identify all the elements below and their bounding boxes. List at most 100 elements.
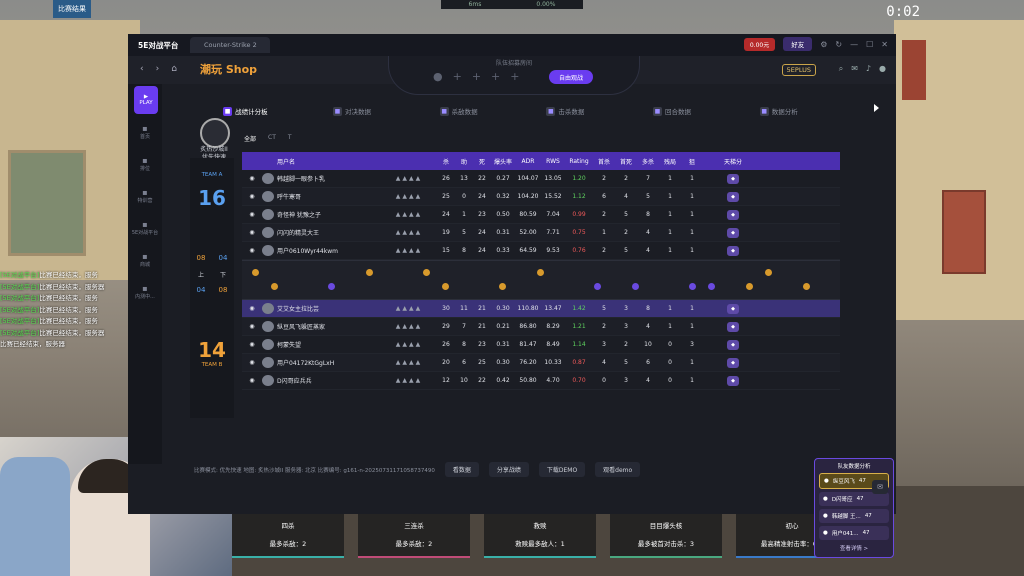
- popup-value: 47: [864, 513, 872, 519]
- back-icon[interactable]: ‹: [140, 64, 144, 74]
- coin-balance[interactable]: 0.00元: [743, 37, 776, 51]
- table-row[interactable]: ◉ 纵豆风飞躲匠蒸家 ▲▲▲▲ 29 7 21 0.21 86.80 8.29 1.21 2 3 4 1 1…: [242, 318, 840, 336]
- player-name[interactable]: D闪哥应兵兵: [277, 376, 381, 385]
- search-icon[interactable]: ⌕: [839, 64, 843, 74]
- action-icons[interactable]: ▲▲▲▲: [381, 323, 437, 330]
- chat-line: [5E对战平台]比赛已经结束，服务: [0, 270, 132, 282]
- netgraph: 6ms 0.00%: [441, 0, 583, 9]
- action-icons[interactable]: ▲▲▲▲: [381, 229, 437, 236]
- ladder-badge: ◆: [703, 245, 763, 256]
- table-row[interactable]: ◉ 闪闪的精灵大王 ▲▲▲▲ 19 5 24 0.31 52.00 7.71 0.75 1 2 4 1 1 ◆: [242, 224, 840, 242]
- tab[interactable]: ■ 对决数据: [299, 100, 406, 122]
- share-button[interactable]: 分享战绩: [488, 462, 529, 477]
- player-name[interactable]: 奇怪神 犹豫之子: [277, 210, 381, 219]
- kill-card-title: 三连杀: [404, 522, 424, 530]
- sidebar-item[interactable]: ▪ 商城: [128, 252, 162, 268]
- sidebar-item[interactable]: ▪ 首页: [128, 124, 162, 140]
- play-button[interactable]: ▶ PLAY: [134, 86, 158, 114]
- forward-icon[interactable]: ›: [156, 64, 160, 74]
- watch-demo-button[interactable]: 观看demo: [595, 462, 641, 477]
- action-icons[interactable]: ▲▲▲▲: [381, 211, 437, 218]
- view-data-button[interactable]: 看数据: [444, 462, 479, 477]
- tab[interactable]: ■ 杀敌数据: [405, 100, 512, 122]
- team-a-score: 16: [198, 186, 226, 210]
- side-filter-tab[interactable]: 全部: [244, 134, 256, 143]
- adr: 110.80: [517, 305, 539, 312]
- add-slot-icon[interactable]: +: [510, 70, 519, 83]
- snipe-kills: 1: [690, 359, 694, 366]
- side-filter-tab[interactable]: T: [288, 134, 292, 143]
- mail-icon[interactable]: ✉: [851, 64, 858, 74]
- table-row[interactable]: ◉ 韩越脚一眼参卜乳 ▲▲▲▲ 26 13 22 0.27 104.07 13.05 1.20 2 2…: [242, 170, 840, 188]
- game-tab[interactable]: Counter-Strike 2: [190, 37, 271, 53]
- player-name[interactable]: 用户0610Wyr44kwm: [277, 246, 381, 255]
- table-row[interactable]: ◉ 用户04172KtGgLxH ▲▲▲▲ 20 6 25 0.30 76.20 10.33 0.…: [242, 354, 840, 372]
- first-kills: 5: [602, 305, 606, 312]
- action-icons[interactable]: ▲▲▲▲: [381, 193, 437, 200]
- popup-name: D闪哥应: [831, 497, 853, 503]
- action-icons[interactable]: ▲▲▲▲: [381, 377, 437, 384]
- sidebar-item[interactable]: ▪ 特训营: [128, 188, 162, 204]
- add-slot-icon[interactable]: +: [453, 70, 462, 83]
- player-name[interactable]: 纵豆风飞躲匠蒸家: [277, 322, 381, 331]
- deaths: 22: [478, 175, 486, 182]
- chat-line: 比赛已经结束，服务器: [0, 339, 132, 351]
- settings-icon[interactable]: ⚙: [820, 40, 827, 49]
- side-filter-tab[interactable]: CT: [268, 134, 276, 143]
- download-demo-button[interactable]: 下载DEMO: [538, 462, 586, 477]
- kill-card-title: 救赎: [533, 522, 547, 530]
- player-name[interactable]: 艾艾女主拉比芸: [277, 304, 381, 313]
- first-deaths: 2: [624, 229, 628, 236]
- table-row[interactable]: ◉ 奇怪神 犹豫之子 ▲▲▲▲ 24 1 23 0.50 80.59 7.04 0.99 2 5 8 1 1…: [242, 206, 840, 224]
- rws: 10.33: [544, 359, 562, 366]
- player-name[interactable]: 柯蒙失望: [277, 340, 381, 349]
- player-name[interactable]: 呼牛寒哥: [277, 192, 381, 201]
- action-icons[interactable]: ▲▲▲▲: [381, 359, 437, 366]
- spectate-button[interactable]: 自由观战: [549, 70, 593, 84]
- chat-icon[interactable]: ✉: [872, 480, 888, 494]
- popup-row[interactable]: ● 韩越脚 王... 47: [819, 509, 889, 523]
- close-icon[interactable]: ✕: [881, 40, 888, 49]
- chat-message: 比赛已经结束，服务器: [39, 282, 105, 291]
- refresh-icon[interactable]: ↻: [835, 40, 842, 49]
- sidebar-item[interactable]: ▪ 5E对战平台: [128, 220, 162, 236]
- chat-line: [5E对战平台]比赛已经结束，服务: [0, 316, 132, 328]
- action-icons[interactable]: ▲▲▲▲: [381, 247, 437, 254]
- column-header: 狙: [688, 158, 695, 166]
- action-icons[interactable]: ▲▲▲▲: [381, 175, 437, 182]
- add-slot-icon[interactable]: +: [472, 70, 481, 83]
- add-slot-icon[interactable]: +: [491, 70, 500, 83]
- popup-more[interactable]: 查看详情 >: [815, 544, 893, 552]
- sidebar-item[interactable]: ▪ 内测中...: [128, 284, 162, 300]
- popup-title[interactable]: 队友数据分析: [815, 459, 893, 470]
- kill-card-sub: 最多被首对击杀：3: [637, 540, 695, 548]
- ladder-icon: ◆: [727, 191, 739, 202]
- player-name[interactable]: 用户04172KtGgLxH: [277, 358, 381, 367]
- table-row[interactable]: ◉ 柯蒙失望 ▲▲▲▲ 26 8 23 0.31 81.47 8.49 1.14 3 2 10 0 3 ◆: [242, 336, 840, 354]
- tab[interactable]: ■ 击杀数据: [512, 100, 619, 122]
- bell-icon[interactable]: ♪: [866, 64, 871, 74]
- home-icon[interactable]: ⌂: [171, 64, 177, 74]
- player-name[interactable]: 闪闪的精灵大王: [277, 228, 381, 237]
- tab[interactable]: ■ 回合数据: [619, 100, 726, 122]
- minimize-icon[interactable]: —: [850, 40, 858, 49]
- table-row[interactable]: ◉ 艾艾女主拉比芸 ▲▲▲▲ 30 11 21 0.30 110.80 13.47 1.42 5 3 8…: [242, 300, 840, 318]
- shop-banner[interactable]: 潮玩 Shop: [200, 61, 257, 77]
- 5eplus-badge[interactable]: 5EPLUS: [781, 64, 816, 76]
- user-avatar[interactable]: ●: [879, 64, 886, 74]
- table-row[interactable]: ◉ 用户0610Wyr44kwm ▲▲▲▲ 15 8 24 0.33 64.59 9.53 0.7…: [242, 242, 840, 260]
- maximize-icon[interactable]: ☐: [866, 40, 873, 49]
- sidebar-label: 内测中...: [135, 294, 155, 300]
- rws: 15.52: [544, 193, 562, 200]
- action-icons[interactable]: ▲▲▲▲: [381, 305, 437, 312]
- friends-button[interactable]: 好友: [783, 37, 813, 51]
- tab[interactable]: ■ 数据分析: [725, 100, 832, 122]
- avatar[interactable]: ●: [433, 70, 443, 83]
- player-name[interactable]: 韩越脚一眼参卜乳: [277, 174, 381, 183]
- popup-row[interactable]: ● 用户041... 47: [819, 526, 889, 540]
- sidebar-item[interactable]: ▪ 排位: [128, 156, 162, 172]
- table-row[interactable]: ◉ D闪哥应兵兵 ▲▲▲▲ 12 10 22 0.42 50.80 4.70 0.70 0 3 4 0 1 ◆: [242, 372, 840, 390]
- popup-row[interactable]: ● D闪哥应 47: [819, 492, 889, 506]
- table-row[interactable]: ◉ 呼牛寒哥 ▲▲▲▲ 25 0 24 0.32 104.20 15.52 1.12 6 4 5 1 1 ◆: [242, 188, 840, 206]
- action-icons[interactable]: ▲▲▲▲: [381, 341, 437, 348]
